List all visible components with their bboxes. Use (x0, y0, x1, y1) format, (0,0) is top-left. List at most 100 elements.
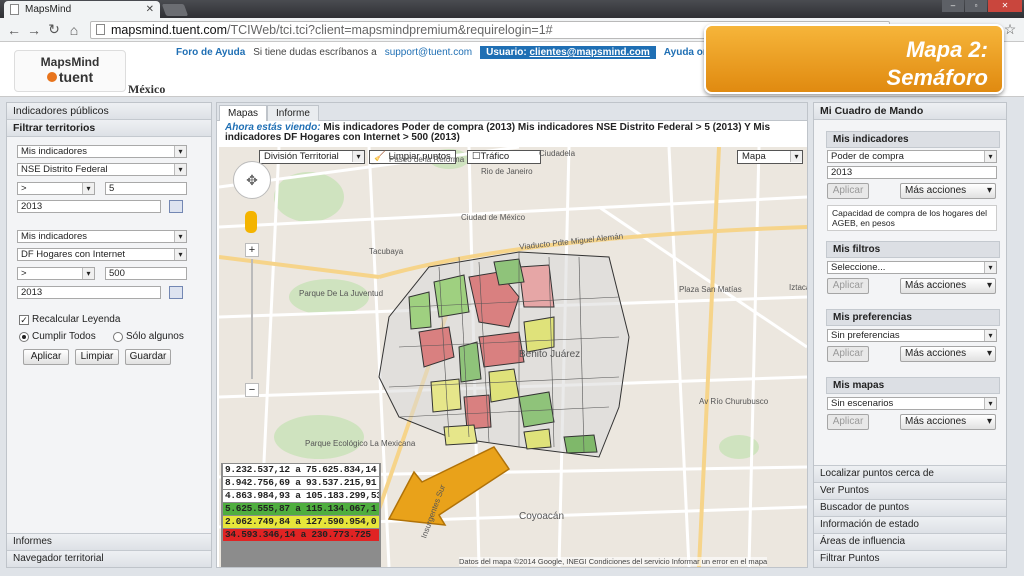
filter-territories-header[interactable]: Filtrar territorios (7, 120, 211, 137)
preferences-apply-button[interactable]: Aplicar (827, 346, 869, 362)
close-window-button[interactable]: ✕ (988, 0, 1022, 12)
country-label: México (128, 82, 166, 96)
reload-icon[interactable]: ↻ (44, 21, 64, 38)
preferences-select[interactable]: Sin preferencias (827, 329, 997, 342)
slide-title-overlay: Mapa 2: Semáforo (704, 24, 1004, 94)
indicator-year-input[interactable]: 2013 (827, 166, 997, 179)
filter1-source-select[interactable]: Mis indicadores (17, 145, 187, 158)
state-info-item[interactable]: Información de estado (814, 516, 1006, 533)
filter2-indicator-select[interactable]: DF Hogares con Internet (17, 248, 187, 261)
zoom-slider-track[interactable] (251, 259, 253, 379)
filter1-operator-select[interactable]: > (17, 182, 95, 195)
new-tab-button[interactable] (161, 4, 189, 16)
map-label: Coyoacán (519, 511, 565, 522)
public-indicators-header[interactable]: Indicadores públicos (7, 103, 211, 120)
help-text: Si tiene dudas escríbanos a (253, 47, 377, 58)
more-actions-label: Más acciones (905, 416, 967, 427)
filter-points-item[interactable]: Filtrar Puntos (814, 550, 1006, 567)
mapsmind-logo[interactable]: MapsMind tuent (14, 50, 126, 92)
reports-section[interactable]: Informes (7, 533, 211, 550)
pan-control[interactable]: ✥ (233, 161, 271, 199)
locate-points-nearby-item[interactable]: Localizar puntos cerca de (814, 465, 1006, 482)
filter1-value-input[interactable]: 5 (105, 182, 187, 195)
my-filters-header[interactable]: Mis filtros (826, 241, 1000, 258)
back-arrow-icon[interactable]: ← (4, 22, 24, 38)
radio-selected-icon (19, 331, 29, 342)
home-icon[interactable]: ⌂ (64, 22, 84, 38)
map-type-select[interactable]: Mapa (737, 150, 803, 164)
map-label: Rio de Janeiro (481, 167, 533, 176)
indicator-description: Capacidad de compra de los hogares del A… (827, 205, 997, 231)
filter-more-actions-button[interactable]: Más acciones ▾ (900, 278, 996, 294)
dropdown-icon: ▾ (986, 185, 992, 196)
my-indicators-header[interactable]: Mis indicadores (826, 131, 1000, 148)
traffic-label: Tráfico (480, 151, 510, 162)
tab-report[interactable]: Informe (267, 105, 319, 121)
browser-tab-bar: MapsMind ✕ – ▫ ✕ (0, 0, 1024, 18)
filter-apply-button[interactable]: Aplicar (827, 278, 869, 294)
match-all-radio[interactable]: Cumplir Todos (19, 331, 96, 342)
legend-row: 34.593.346,14 a 230.773.725 (223, 529, 379, 541)
match-some-radio[interactable]: Sólo algunos (113, 331, 184, 342)
map-label: Parque De La Juventud (299, 289, 384, 298)
checkbox-checked-icon: ✓ (19, 314, 29, 325)
checkbox-icon: ☐ (472, 151, 481, 162)
filter2-source-select[interactable]: Mis indicadores (17, 230, 187, 243)
zoom-out-button[interactable]: − (245, 383, 259, 397)
map-label: Parque Ecológico La Mexicana (305, 439, 416, 448)
dropdown-icon: ▾ (986, 280, 992, 291)
map-label: Av Río Churubusco (699, 397, 769, 406)
traffic-checkbox[interactable]: ☐Tráfico (467, 150, 541, 164)
dropdown-icon: ▾ (986, 348, 992, 359)
filter2-year-input[interactable]: 2013 (17, 286, 161, 299)
browser-tab[interactable]: MapsMind ✕ (4, 1, 160, 18)
filter-select[interactable]: Seleccione... (827, 261, 997, 274)
calendar-icon[interactable] (169, 286, 183, 299)
help-forum-link[interactable]: Foro de Ayuda (176, 47, 245, 58)
territorial-division-select[interactable]: División Territorial (259, 150, 365, 164)
clear-button[interactable]: Limpiar (75, 349, 119, 365)
maps-apply-button[interactable]: Aplicar (827, 414, 869, 430)
maps-more-actions-button[interactable]: Más acciones ▾ (900, 414, 996, 430)
my-maps-header[interactable]: Mis mapas (826, 377, 1000, 394)
preferences-more-actions-button[interactable]: Más acciones ▾ (900, 346, 996, 362)
dashboard-title: Mi Cuadro de Mando (814, 103, 1006, 120)
map-canvas[interactable]: División Territorial 🧹 Limpiar puntos ☐T… (219, 147, 807, 567)
map-label: Paseo de la Reforma (389, 155, 465, 164)
point-search-item[interactable]: Buscador de puntos (814, 499, 1006, 516)
map-label: Benito Juárez (519, 349, 581, 360)
maps-select[interactable]: Sin escenarios (827, 397, 997, 410)
filter2-value-input[interactable]: 500 (105, 267, 187, 280)
my-preferences-header[interactable]: Mis preferencias (826, 309, 1000, 326)
filter1-indicator-select[interactable]: NSE Distrito Federal (17, 163, 187, 176)
maximize-window-button[interactable]: ▫ (965, 0, 987, 12)
filter2-operator-select[interactable]: > (17, 267, 95, 280)
dropdown-icon: ▾ (986, 416, 992, 427)
minimize-window-button[interactable]: – (942, 0, 964, 12)
view-points-item[interactable]: Ver Puntos (814, 482, 1006, 499)
map-attribution: Datos del mapa ©2014 Google, INEGI Condi… (459, 557, 768, 566)
indicator-select[interactable]: Poder de compra (827, 150, 997, 163)
map-label: Ciudadela (539, 149, 576, 158)
apply-button[interactable]: Aplicar (23, 349, 69, 365)
close-tab-icon[interactable]: ✕ (146, 4, 154, 15)
left-panel: Indicadores públicos Filtrar territorios… (6, 102, 212, 568)
dashboard-panel: Mi Cuadro de Mando Mis indicadores Poder… (813, 102, 1007, 568)
forward-arrow-icon[interactable]: → (24, 22, 44, 38)
tab-maps[interactable]: Mapas (219, 105, 268, 121)
indicator-apply-button[interactable]: Aplicar (827, 183, 869, 199)
indicator-more-actions-button[interactable]: Más acciones ▾ (900, 183, 996, 199)
recalc-legend-label: Recalcular Leyenda (32, 314, 121, 325)
calendar-icon[interactable] (169, 200, 183, 213)
territorial-navigator-section[interactable]: Navegador territorial (7, 550, 211, 567)
current-view-description: Ahora estás viendo: Mis indicadores Pode… (225, 123, 801, 143)
zoom-in-button[interactable]: + (245, 243, 259, 257)
influence-areas-item[interactable]: Áreas de influencia (814, 533, 1006, 550)
filter1-year-input[interactable]: 2013 (17, 200, 161, 213)
recalc-legend-checkbox[interactable]: ✓ Recalcular Leyenda (19, 314, 120, 325)
page-favicon-icon (10, 4, 19, 15)
support-email-link[interactable]: support@tuent.com (385, 47, 472, 58)
street-view-pegman-icon[interactable] (245, 211, 257, 233)
legend-row: 5.625.555,87 a 115.134.067,1 (223, 503, 379, 515)
save-button[interactable]: Guardar (125, 349, 171, 365)
